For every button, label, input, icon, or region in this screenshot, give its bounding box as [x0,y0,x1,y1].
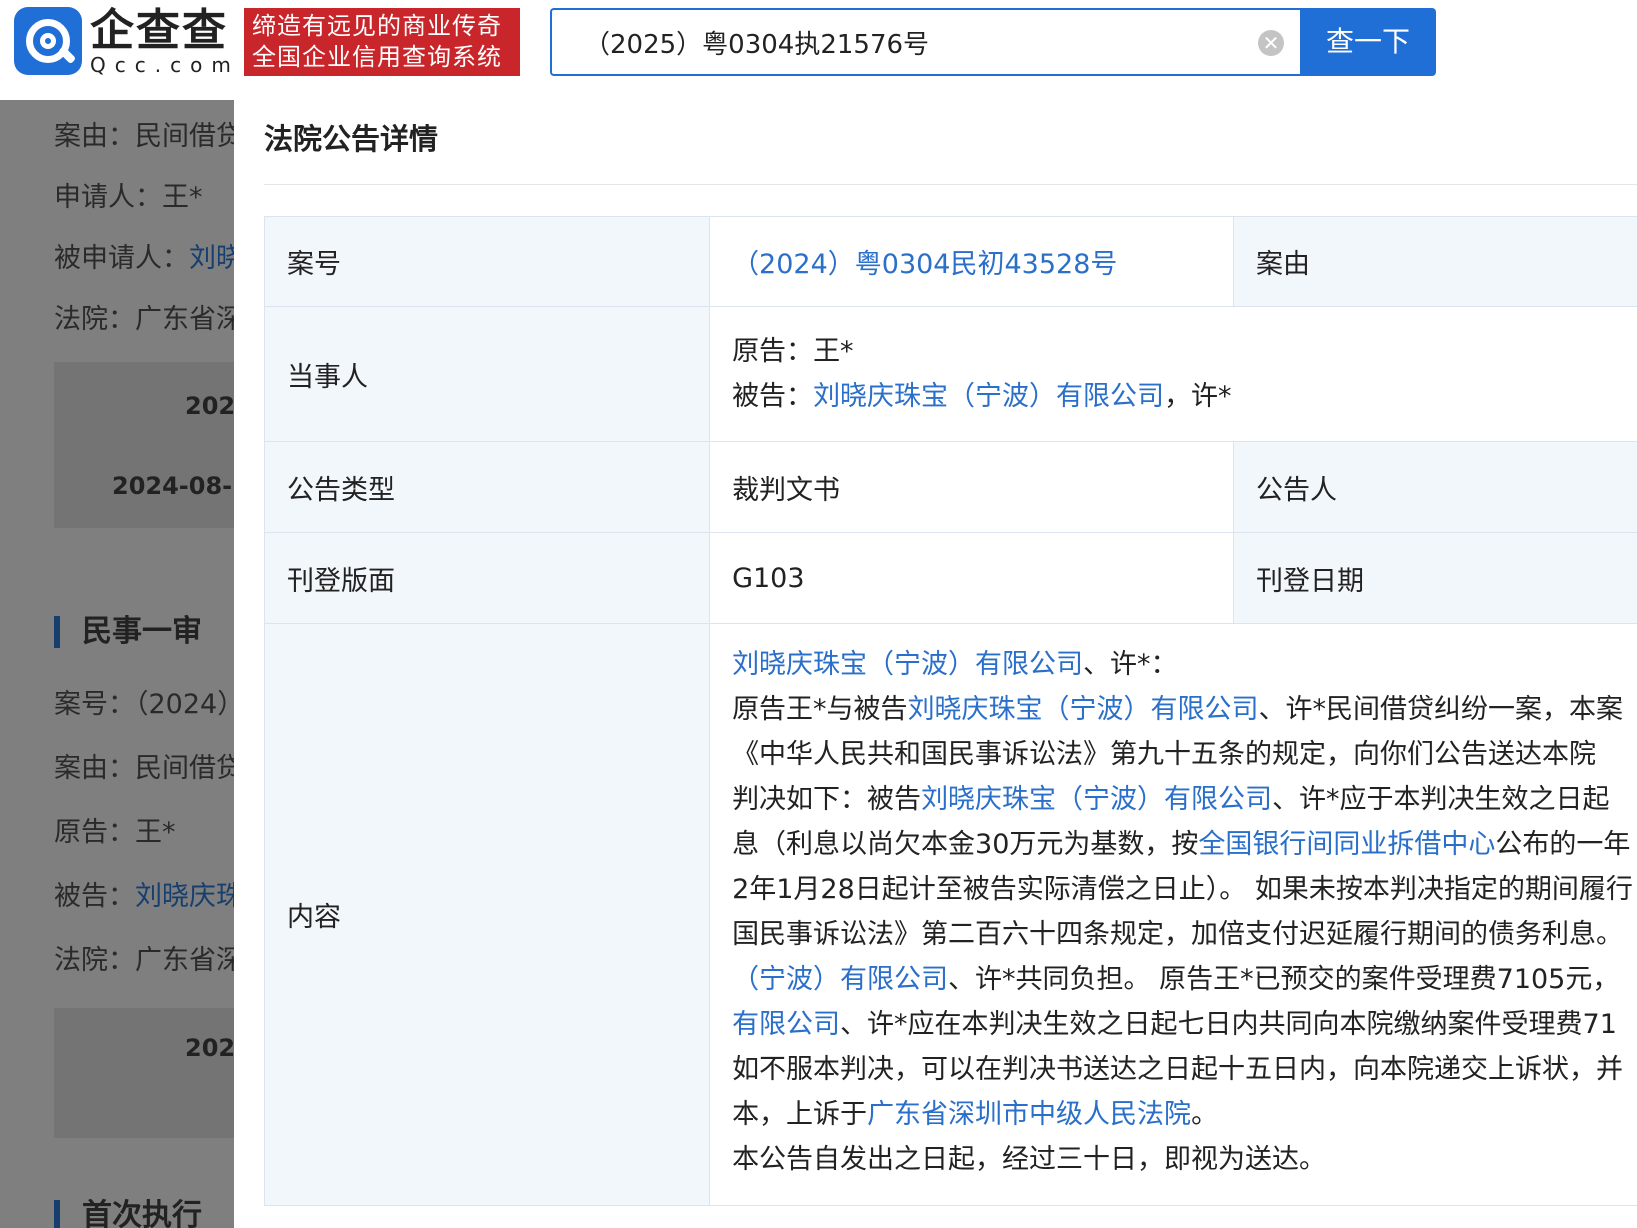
table-row: 内容 刘晓庆珠宝（宁波）有限公司、许*： 原告王*与被告刘晓庆珠宝（宁波）有限公… [263,623,1637,1206]
publish-date-label: 刊登日期 [1233,532,1637,624]
content-company-link[interactable]: 刘晓庆珠宝（宁波）有限公司 [908,694,1259,725]
table-row: 当事人 原告：王* 被告：刘晓庆珠宝（宁波）有限公司，许* [263,306,1637,442]
slogan-banner: 缔造有远见的商业传奇 全国企业信用查询系统 [244,8,520,76]
bg-cause-row: 案由：民间借贷 [54,121,243,152]
interbank-center-link[interactable]: 全国银行间同业拆借中心 [1198,829,1495,860]
bg-section-first-instance: 民事一审 [54,616,202,648]
appeal-court-link[interactable]: 广东省深圳市中级人民法院 [867,1099,1191,1130]
top-header: 企查查 Qcc.com 缔造有远见的商业传奇 全国企业信用查询系统 （2025）… [0,0,1637,100]
bg-defendant-row: 被告：刘晓庆珠 [54,881,243,912]
content-text: 、许*： [1083,649,1178,680]
modal-title: 法院公告详情 [264,122,439,156]
site-logo[interactable]: 企查查 Qcc.com [14,6,240,76]
logo-domain: Qcc.com [90,53,240,77]
search-button[interactable]: 查一下 [1300,8,1436,76]
table-row: 刊登版面 G103 刊登日期 [263,532,1637,624]
party-value: 原告：王* 被告：刘晓庆珠宝（宁波）有限公司，许* [709,306,1637,442]
content-text: 判决如下：被告 [732,784,922,815]
content-company-link[interactable]: 刘晓庆珠宝（宁波）有限公司 [732,649,1083,680]
defendant-prefix: 被告： [732,381,814,412]
slogan-line-1: 缔造有远见的商业传奇 [252,12,502,40]
case-no-link[interactable]: （2024）粤0304民初43528号 [732,249,1117,280]
content-company-link[interactable]: 有限公司 [732,1009,840,1040]
bg-respondent-row: 被申请人：刘晓 [54,243,243,274]
page-value: G103 [709,532,1235,624]
modal-divider [264,184,1637,185]
plaintiff-prefix: 原告： [732,336,814,367]
content-text: 、许*应在本判决生效之日起七日内共同向本院缴纳案件受理费71 [840,1009,1617,1040]
party-label: 当事人 [263,306,711,442]
bg-court-row-2: 法院：广东省深 [54,945,243,976]
search-query[interactable]: （2025）粤0304执21576号 [584,24,929,61]
defendant-rest: ，许* [1164,381,1232,412]
type-label: 公告类型 [263,441,711,533]
defendant-company-link[interactable]: 刘晓庆珠宝（宁波）有限公司 [813,381,1164,412]
plaintiff-value: 王* [813,336,854,367]
table-row: 案号 （2024）粤0304民初43528号 案由 [263,216,1637,307]
content-text: 息（利息以尚欠本金30万元为基数，按 [732,829,1199,860]
table-row: 公告类型 裁判文书 公告人 [263,441,1637,533]
cause-label: 案由 [1233,216,1637,307]
content-text: 2年1月28日起计至被告实际清偿之日止）。 如果未按本判决指定的期间履行 [732,874,1633,905]
bg-court-row: 法院：广东省深 [54,304,243,335]
bg-timeline-card-2 [54,1008,254,1138]
content-text: 、许*应于本判决生效之日起 [1272,784,1610,815]
content-text: 公布的一年 [1495,829,1631,860]
court-notice-modal: 法院公告详情 案号 （2024）粤0304民初43528号 案由 当事人 原告：… [234,86,1637,1228]
content-text: 本，上诉于 [732,1099,868,1130]
logo-icon [14,7,82,75]
announcer-label: 公告人 [1233,441,1637,533]
content-label: 内容 [263,623,711,1206]
bg-caseno-row: 案号：（2024） [54,689,245,720]
bg-section-first-execution: 首次执行 [54,1200,202,1228]
bg-applicant-row: 申请人：王* [54,182,203,213]
content-text: 。 [1191,1099,1219,1130]
slogan-line-2: 全国企业信用查询系统 [252,43,502,71]
content-text: 、许*民间借贷纠纷一案，本案 [1258,694,1624,725]
content-text: 《中华人民共和国民事诉讼法》第九十五条的规定，向你们公告送达本院 [732,739,1597,770]
content-text: 、许*共同负担。 原告王*已预交的案件受理费7105元， [948,964,1620,995]
content-text: 本公告自发出之日起，经过三十日，即视为送达。 [732,1144,1327,1175]
content-text: 原告王*与被告 [732,694,908,725]
search-input[interactable]: （2025）粤0304执21576号 ✕ [550,8,1302,76]
content-value: 刘晓庆珠宝（宁波）有限公司、许*： 原告王*与被告刘晓庆珠宝（宁波）有限公司、许… [709,623,1637,1206]
clear-icon[interactable]: ✕ [1258,30,1284,56]
bg-cause-row-2: 案由：民间借贷 [54,753,243,784]
content-text: 国民事诉讼法》第二百六十四条规定，加倍支付迟延履行期间的债务利息。 [732,919,1624,950]
content-company-link[interactable]: （宁波）有限公司 [732,964,948,995]
case-no-label: 案号 [263,216,711,307]
content-text: 如不服本判决，可以在判决书送达之日起十五日内，向本院递交上诉状，并 [732,1054,1624,1085]
content-company-link[interactable]: 刘晓庆珠宝（宁波）有限公司 [921,784,1272,815]
page-label: 刊登版面 [263,532,711,624]
type-value: 裁判文书 [709,441,1235,533]
bg-timeline-card [54,362,254,528]
case-no-value[interactable]: （2024）粤0304民初43528号 [709,216,1235,307]
logo-name: 企查查 [90,5,228,56]
notice-detail-table: 案号 （2024）粤0304民初43528号 案由 当事人 原告：王* 被告：刘… [263,216,1637,1206]
bg-plaintiff-row: 原告：王* [54,817,176,848]
